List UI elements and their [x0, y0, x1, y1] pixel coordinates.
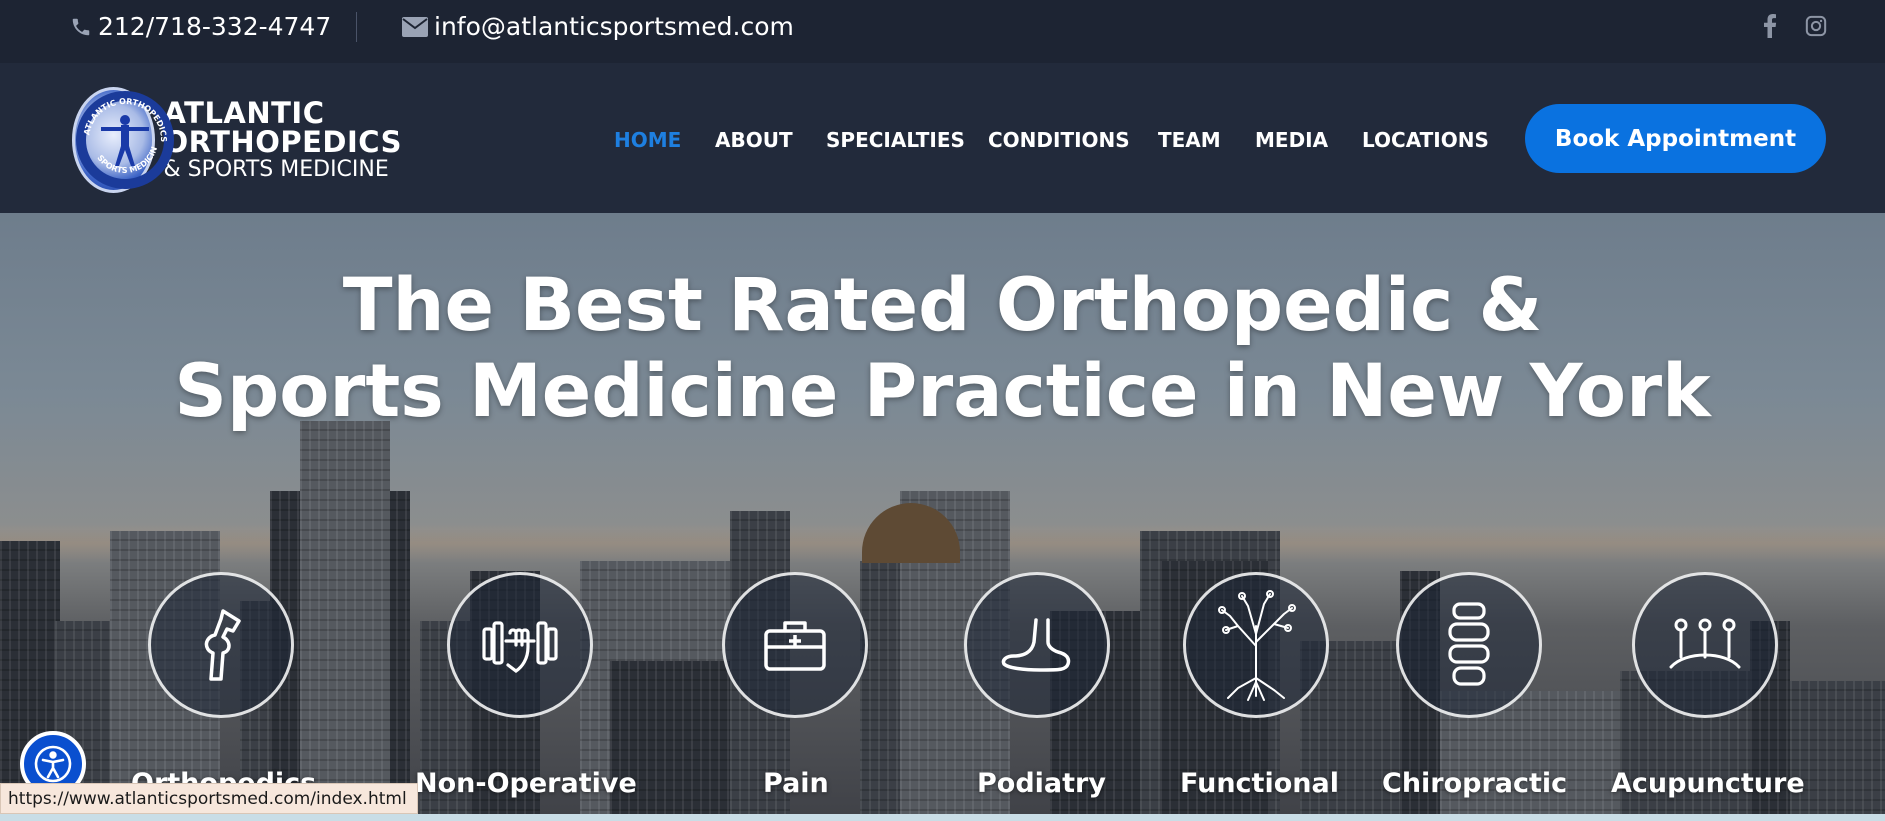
- logo-line-1: ATLANTIC: [163, 96, 325, 130]
- logo-badge: ATLANTIC ORTHOPEDICS SPORTS MEDICINE: [72, 87, 174, 193]
- hero-title: The Best Rated Orthopedic & Sports Medic…: [0, 263, 1885, 435]
- browser-status-url: https://www.atlanticsportsmed.com/index.…: [0, 783, 418, 814]
- service-label-non-operative[interactable]: Non-Operative: [415, 768, 637, 799]
- logo-line-2: ORTHOPEDICS: [163, 125, 402, 159]
- hero-section: The Best Rated Orthopedic & Sports Medic…: [0, 213, 1885, 821]
- service-orthopedics[interactable]: [148, 572, 294, 718]
- knee-joint-icon: [204, 609, 241, 681]
- nav-about[interactable]: ABOUT: [715, 128, 793, 152]
- service-label-functional[interactable]: Functional: [1180, 768, 1339, 799]
- phone-link[interactable]: 212/718-332-4747: [70, 0, 331, 53]
- needles-icon: [1669, 618, 1741, 669]
- foot-icon: [1001, 618, 1071, 672]
- phone-number: 212/718-332-4747: [98, 12, 332, 41]
- site-logo[interactable]: ATLANTIC ORTHOPEDICS SPORTS MEDICINE ATL…: [72, 85, 402, 195]
- spine-icon: [1448, 602, 1490, 686]
- service-podiatry[interactable]: [964, 572, 1110, 718]
- facebook-link[interactable]: [1754, 10, 1786, 42]
- book-appointment-button[interactable]: Book Appointment: [1525, 104, 1826, 173]
- hero-title-line-2: Sports Medicine Practice in New York: [174, 349, 1711, 434]
- instagram-icon: [1805, 15, 1827, 37]
- hero-title-line-1: The Best Rated Orthopedic &: [342, 263, 1543, 348]
- nav-home[interactable]: HOME: [614, 128, 681, 152]
- service-non-operative[interactable]: [447, 572, 593, 718]
- nav-media[interactable]: MEDIA: [1255, 128, 1328, 152]
- service-pain[interactable]: [722, 572, 868, 718]
- nav-specialties[interactable]: SPECIALTIES: [826, 128, 965, 152]
- service-chiropractic[interactable]: [1396, 572, 1542, 718]
- service-label-chiropractic[interactable]: Chiropractic: [1382, 768, 1567, 799]
- email-link[interactable]: info@atlanticsportsmed.com: [402, 0, 794, 53]
- logo-line-3: & SPORTS MEDICINE: [163, 157, 389, 182]
- accessibility-icon: [34, 745, 72, 783]
- service-label-podiatry[interactable]: Podiatry: [977, 768, 1106, 799]
- dumbbell-hand-icon: [482, 621, 558, 673]
- service-label-pain[interactable]: Pain: [763, 768, 829, 799]
- facebook-icon: [1764, 14, 1777, 38]
- nav-team[interactable]: TEAM: [1158, 128, 1221, 152]
- nav-locations[interactable]: LOCATIONS: [1362, 128, 1489, 152]
- email-address: info@atlanticsportsmed.com: [434, 12, 794, 41]
- instagram-link[interactable]: [1800, 10, 1832, 42]
- service-label-acupuncture[interactable]: Acupuncture: [1611, 768, 1805, 799]
- medical-kit-icon: [764, 621, 826, 671]
- top-bar: 212/718-332-4747 info@atlanticsportsmed.…: [0, 0, 1885, 63]
- service-acupuncture[interactable]: [1632, 572, 1778, 718]
- divider: [356, 12, 357, 42]
- tree-icon: [1218, 590, 1296, 701]
- envelope-icon: [402, 16, 428, 37]
- service-functional[interactable]: [1183, 572, 1329, 718]
- phone-icon: [72, 18, 90, 35]
- bottom-strip: [0, 814, 1885, 821]
- nav-conditions[interactable]: CONDITIONS: [988, 128, 1130, 152]
